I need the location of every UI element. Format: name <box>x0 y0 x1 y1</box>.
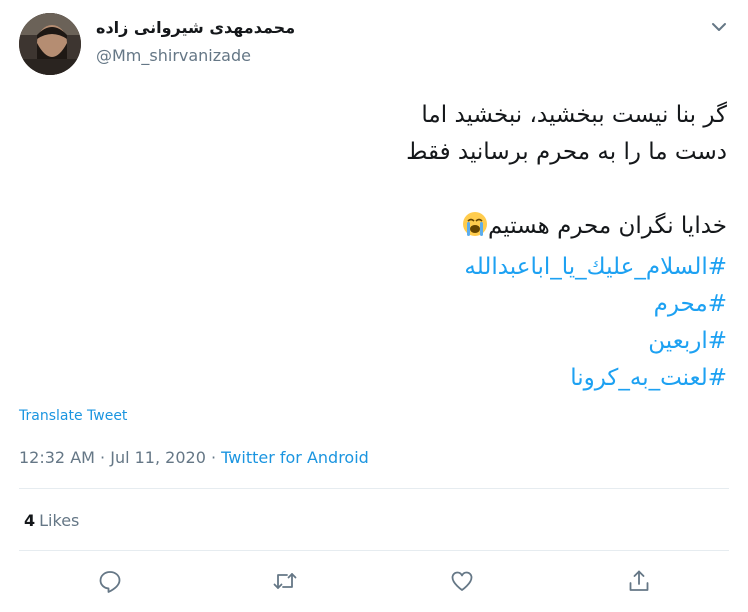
retweet-button[interactable] <box>272 568 298 594</box>
chevron-down-icon <box>712 23 726 31</box>
avatar-photo <box>19 13 81 75</box>
heart-icon <box>451 571 473 591</box>
tweet-date[interactable]: Jul 11, 2020 <box>110 448 206 467</box>
tweet-line: خدایا نگران محرم هستیم <box>487 213 727 239</box>
meta-separator: · <box>210 448 217 467</box>
share-button[interactable] <box>626 568 652 594</box>
tweet-text: گر بنا نیست ببخشید، نبخشید اما دست ما را… <box>307 97 727 397</box>
tweet-time[interactable]: 12:32 AM <box>19 448 95 467</box>
user-handle[interactable]: @Mm_shirvanizade <box>96 46 251 65</box>
share-icon <box>629 570 649 591</box>
translate-tweet-link[interactable]: Translate Tweet <box>19 408 127 424</box>
reply-button[interactable] <box>97 568 123 594</box>
likes-label: Likes <box>39 511 80 530</box>
tweet-source-link[interactable]: Twitter for Android <box>221 448 369 467</box>
tweet-line: دست ما را به محرم برسانید فقط <box>406 139 727 165</box>
divider <box>19 550 729 551</box>
like-button[interactable] <box>449 568 475 594</box>
tweet-meta: 12:32 AM · Jul 11, 2020 · Twitter for An… <box>19 448 369 467</box>
hashtag-link[interactable]: #محرم <box>307 286 727 323</box>
hashtag-link[interactable]: #السلام_عليك_يا_اباعبدالله <box>307 249 727 286</box>
likes-count[interactable]: 4 Likes <box>24 511 79 530</box>
meta-separator: · <box>100 448 106 467</box>
display-name[interactable]: محمدمهدی شیروانی زاده <box>96 18 295 37</box>
retweet-icon <box>273 573 297 589</box>
avatar[interactable] <box>19 13 81 75</box>
tweet-line: گر بنا نیست ببخشید، نبخشید اما <box>421 102 727 128</box>
more-options-button[interactable] <box>708 16 730 38</box>
hashtag-link[interactable]: #اربعين <box>307 323 727 360</box>
tweet-line-with-emoji: خدایا نگران محرم هستیم <box>307 208 727 249</box>
divider <box>19 488 729 489</box>
reply-icon <box>99 571 121 593</box>
loudly-crying-face-icon <box>462 211 488 249</box>
likes-number: 4 <box>24 511 36 530</box>
hashtag-link[interactable]: #لعنت_به_کرونا <box>307 360 727 397</box>
